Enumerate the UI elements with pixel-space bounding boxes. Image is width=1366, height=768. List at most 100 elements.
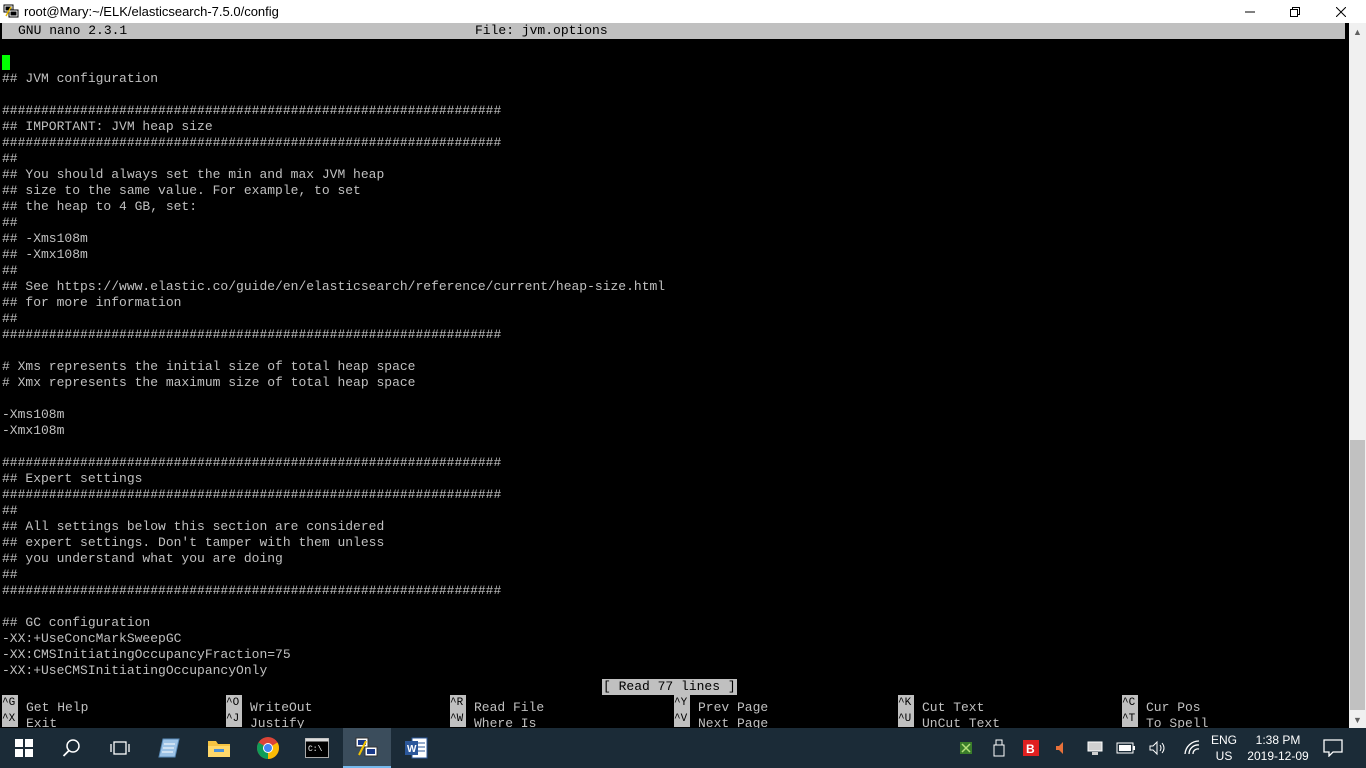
shortcut-label: UnCut Text <box>922 716 1001 728</box>
file-line: ########################################… <box>2 583 502 598</box>
file-line: ## GC configuration <box>2 615 151 630</box>
shortcut-item: ^V Next Page <box>674 711 769 728</box>
shortcut-key: ^G <box>2 695 18 711</box>
file-line: ########################################… <box>2 327 502 342</box>
shortcut-key: ^W <box>450 711 466 727</box>
start-button[interactable] <box>0 728 48 768</box>
clock-time: 1:38 PM <box>1255 733 1301 747</box>
action-center-button[interactable] <box>1318 728 1348 768</box>
shortcut-item: ^J Justify <box>226 711 305 728</box>
speaker-muted-icon <box>1056 742 1063 754</box>
shortcut-label: Where Is <box>474 716 537 728</box>
putty-app-icon <box>3 4 19 18</box>
battery-icon <box>1116 742 1135 754</box>
shortcut-label: Justify <box>250 716 305 728</box>
file-line: # Xms represents the initial size of tot… <box>2 359 416 374</box>
minimize-button[interactable] <box>1227 0 1273 23</box>
file-line: ## <box>2 215 18 230</box>
file-line: ## -Xmx108m <box>2 247 88 262</box>
tray-network-device[interactable] <box>1083 728 1107 768</box>
window-titlebar: root@Mary:~/ELK/elasticsearch-7.5.0/conf… <box>0 0 1366 23</box>
vertical-scrollbar[interactable]: ▲ ▼ <box>1349 23 1366 728</box>
shortcut-key: ^U <box>898 711 914 727</box>
file-line: ## Expert settings <box>2 471 143 486</box>
shortcut-item: ^C Cur Pos <box>1122 695 1201 715</box>
file-line: -Xms108m <box>2 407 65 422</box>
file-line: ## size to the same value. For example, … <box>2 183 361 198</box>
file-line: ## <box>2 151 18 166</box>
shortcut-item: ^O WriteOut <box>226 695 312 715</box>
taskbar-file-explorer[interactable] <box>195 728 243 768</box>
taskbar-word[interactable]: W <box>392 728 440 768</box>
file-line: ## for more information <box>2 295 182 310</box>
tray-volume[interactable] <box>1146 728 1170 768</box>
shortcut-item: ^X Exit <box>2 711 58 728</box>
file-line: -Xmx108m <box>2 423 65 438</box>
taskbar-notepad[interactable] <box>146 728 194 768</box>
shortcut-key: ^K <box>898 695 914 711</box>
cmd-icon: C:\ <box>305 738 329 758</box>
file-line: -XX:+UseCMSInitiatingOccupancyOnly <box>2 663 268 678</box>
shortcut-key: ^O <box>226 695 242 711</box>
file-line: ## -Xms108m <box>2 231 88 246</box>
notification-icon <box>1323 739 1343 757</box>
file-line: ## <box>2 263 18 278</box>
notepad-icon <box>158 738 180 758</box>
file-line: ## you understand what you are doing <box>2 551 283 566</box>
taskbar-cmd[interactable]: C:\ <box>293 728 341 768</box>
file-line: ## You should always set the min and max… <box>2 167 385 182</box>
search-icon <box>62 739 80 757</box>
taskbar-putty-active[interactable] <box>343 728 391 768</box>
shortcut-item: ^U UnCut Text <box>898 711 1001 728</box>
system-clock[interactable]: 1:38 PM 2019-12-09 <box>1246 732 1310 764</box>
scroll-up-arrow[interactable]: ▲ <box>1349 23 1366 40</box>
file-line: ## IMPORTANT: JVM heap size <box>2 119 213 134</box>
tray-battery[interactable] <box>1114 728 1138 768</box>
shortcut-item: ^G Get Help <box>2 695 88 715</box>
task-view-icon <box>110 741 130 755</box>
shortcut-item: ^W Where Is <box>450 711 537 728</box>
restore-icon <box>1290 6 1300 17</box>
taskbar-chrome[interactable] <box>244 728 292 768</box>
text-cursor <box>2 55 10 70</box>
volume-icon <box>1149 740 1165 756</box>
file-line: -XX:CMSInitiatingOccupancyFraction=75 <box>2 647 291 662</box>
scroll-thumb[interactable] <box>1350 440 1365 710</box>
file-line: ## the heap to 4 GB, set: <box>2 199 198 214</box>
task-view-button[interactable] <box>96 728 144 768</box>
shortcut-label: Exit <box>26 716 58 728</box>
file-line: ## All settings below this section are c… <box>2 519 385 534</box>
file-line: ########################################… <box>2 487 502 502</box>
putty-icon <box>355 737 378 757</box>
svg-text:C:\: C:\ <box>308 745 323 754</box>
shortcut-item: ^Y Prev Page <box>674 695 768 715</box>
tray-mute[interactable] <box>1050 728 1072 768</box>
shortcut-label: Next Page <box>698 716 769 728</box>
status-message: [ Read 77 lines ] <box>602 679 737 695</box>
windows-logo-icon <box>15 739 33 757</box>
tray-wifi[interactable] <box>1180 728 1204 768</box>
shortcut-key: ^T <box>1122 711 1138 727</box>
close-icon <box>1336 6 1346 17</box>
shortcut-key: ^C <box>1122 695 1138 711</box>
close-button[interactable] <box>1318 0 1364 23</box>
taskbar: C:\ W B ENG US 1:38 PM 2019-12-09 <box>0 728 1366 768</box>
search-button[interactable] <box>48 728 96 768</box>
tray-putty-agent[interactable] <box>954 728 978 768</box>
terminal-area[interactable]: GNU nano 2.3.1 File: jvm.options ## JVM … <box>0 23 1349 728</box>
file-line: ########################################… <box>2 103 502 118</box>
shortcut-label: To Spell <box>1146 716 1209 728</box>
tray-bitdefender[interactable]: B <box>1019 728 1043 768</box>
maximize-button[interactable] <box>1272 0 1318 23</box>
file-line: ## JVM configuration <box>2 71 159 86</box>
display-icon <box>1087 741 1103 755</box>
scroll-down-arrow[interactable]: ▼ <box>1349 711 1366 728</box>
window-title: root@Mary:~/ELK/elasticsearch-7.5.0/conf… <box>24 4 279 19</box>
language-indicator[interactable]: ENG US <box>1206 732 1242 764</box>
tray-usb[interactable] <box>988 728 1010 768</box>
region-code: US <box>1215 749 1233 763</box>
svg-text:B: B <box>1026 742 1035 756</box>
file-line: ## <box>2 311 18 326</box>
wifi-icon <box>1184 740 1200 755</box>
file-line: ########################################… <box>2 135 502 150</box>
